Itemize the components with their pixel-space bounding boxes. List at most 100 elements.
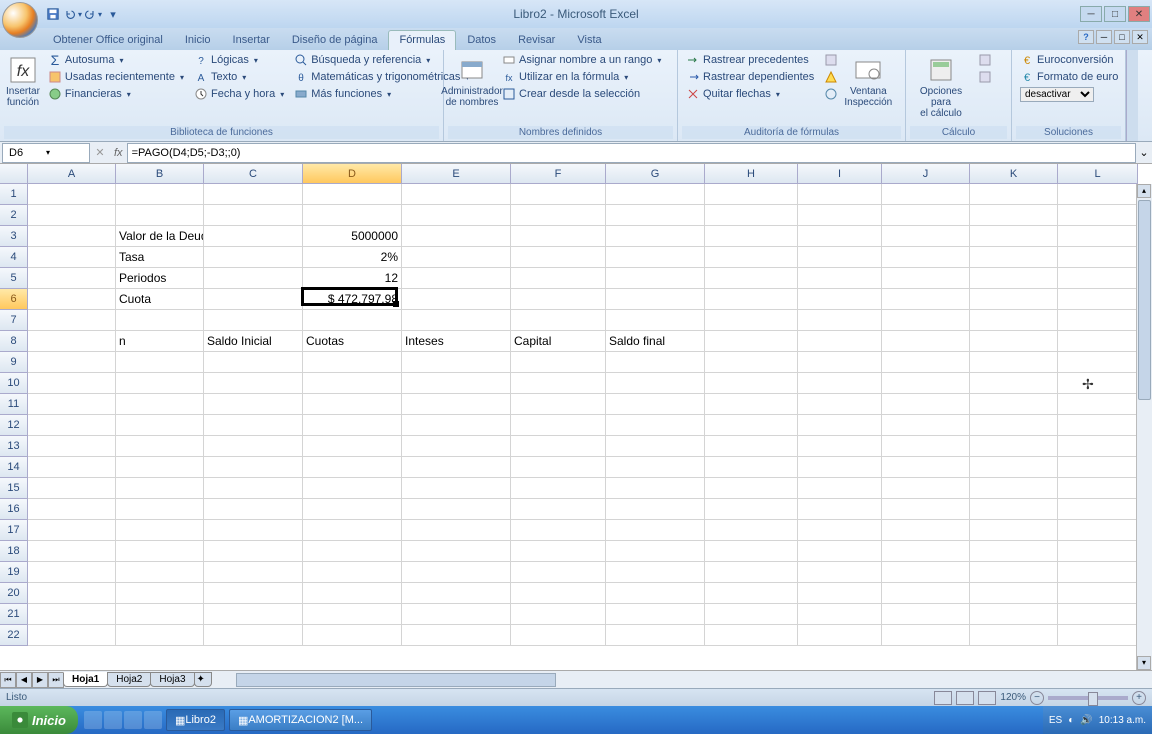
cell-J16[interactable] xyxy=(882,499,970,520)
cell-C21[interactable] xyxy=(204,604,303,625)
col-header-D[interactable]: D xyxy=(303,164,402,184)
col-header-F[interactable]: F xyxy=(511,164,606,184)
cell-C6[interactable] xyxy=(204,289,303,310)
cell-G3[interactable] xyxy=(606,226,705,247)
cell-D6[interactable]: $ 472.797,98 xyxy=(303,289,402,310)
cell-J2[interactable] xyxy=(882,205,970,226)
cell-E12[interactable] xyxy=(402,415,511,436)
cell-J4[interactable] xyxy=(882,247,970,268)
cell-C14[interactable] xyxy=(204,457,303,478)
cell-L6[interactable] xyxy=(1058,289,1138,310)
cell-K9[interactable] xyxy=(970,352,1058,373)
cell-K14[interactable] xyxy=(970,457,1058,478)
cell-H7[interactable] xyxy=(705,310,798,331)
prev-sheet-icon[interactable]: ◀ xyxy=(16,672,32,688)
cell-F16[interactable] xyxy=(511,499,606,520)
cell-I7[interactable] xyxy=(798,310,882,331)
cell-D11[interactable] xyxy=(303,394,402,415)
cell-A9[interactable] xyxy=(28,352,116,373)
cell-L11[interactable] xyxy=(1058,394,1138,415)
cell-C4[interactable] xyxy=(204,247,303,268)
cell-A8[interactable] xyxy=(28,331,116,352)
cell-K6[interactable] xyxy=(970,289,1058,310)
cell-E17[interactable] xyxy=(402,520,511,541)
taskbar-item[interactable]: ▦ AMORTIZACION2 [M... xyxy=(229,709,372,731)
cell-I22[interactable] xyxy=(798,625,882,646)
cell-A14[interactable] xyxy=(28,457,116,478)
cell-L21[interactable] xyxy=(1058,604,1138,625)
minimize-ribbon-button[interactable]: ─ xyxy=(1096,30,1112,44)
cell-F22[interactable] xyxy=(511,625,606,646)
cell-F8[interactable]: Capital xyxy=(511,331,606,352)
row-header-18[interactable]: 18 xyxy=(0,541,28,562)
cell-L2[interactable] xyxy=(1058,205,1138,226)
cell-A16[interactable] xyxy=(28,499,116,520)
cell-B13[interactable] xyxy=(116,436,204,457)
cell-L20[interactable] xyxy=(1058,583,1138,604)
cell-L3[interactable] xyxy=(1058,226,1138,247)
cell-D14[interactable] xyxy=(303,457,402,478)
cell-J20[interactable] xyxy=(882,583,970,604)
tab-inicio[interactable]: Inicio xyxy=(174,30,222,50)
cell-F1[interactable] xyxy=(511,184,606,205)
cell-A20[interactable] xyxy=(28,583,116,604)
expand-formula-bar-icon[interactable]: ⌄ xyxy=(1136,146,1152,159)
cell-J13[interactable] xyxy=(882,436,970,457)
recent-functions-button[interactable]: Usadas recientemente▾ xyxy=(44,69,188,85)
cell-G17[interactable] xyxy=(606,520,705,541)
cell-B5[interactable]: Periodos xyxy=(116,268,204,289)
cell-B1[interactable] xyxy=(116,184,204,205)
cell-K16[interactable] xyxy=(970,499,1058,520)
cell-H18[interactable] xyxy=(705,541,798,562)
cell-H5[interactable] xyxy=(705,268,798,289)
error-checking-icon[interactable] xyxy=(820,69,838,85)
cell-G20[interactable] xyxy=(606,583,705,604)
tray-volume-icon[interactable]: 🔊 xyxy=(1080,715,1092,726)
cell-K17[interactable] xyxy=(970,520,1058,541)
row-header-21[interactable]: 21 xyxy=(0,604,28,625)
cell-E21[interactable] xyxy=(402,604,511,625)
insert-function-button[interactable]: fx Insertar función xyxy=(4,52,42,110)
cell-G9[interactable] xyxy=(606,352,705,373)
cell-G11[interactable] xyxy=(606,394,705,415)
sheet-tab-hoja2[interactable]: Hoja2 xyxy=(107,672,151,687)
datetime-functions-button[interactable]: Fecha y hora▾ xyxy=(190,86,288,102)
cell-D10[interactable] xyxy=(303,373,402,394)
cell-A6[interactable] xyxy=(28,289,116,310)
cell-D7[interactable] xyxy=(303,310,402,331)
maximize-button[interactable]: □ xyxy=(1104,6,1126,22)
row-header-9[interactable]: 9 xyxy=(0,352,28,373)
save-icon[interactable] xyxy=(44,5,62,23)
sheet-tab-hoja3[interactable]: Hoja3 xyxy=(150,672,194,687)
cell-A3[interactable] xyxy=(28,226,116,247)
cell-H11[interactable] xyxy=(705,394,798,415)
cell-D2[interactable] xyxy=(303,205,402,226)
page-break-view-icon[interactable] xyxy=(978,691,996,705)
cell-D8[interactable]: Cuotas xyxy=(303,331,402,352)
cell-D9[interactable] xyxy=(303,352,402,373)
cell-D5[interactable]: 12 xyxy=(303,268,402,289)
cell-L7[interactable] xyxy=(1058,310,1138,331)
row-header-11[interactable]: 11 xyxy=(0,394,28,415)
cell-B15[interactable] xyxy=(116,478,204,499)
cell-E11[interactable] xyxy=(402,394,511,415)
cell-L13[interactable] xyxy=(1058,436,1138,457)
cell-A18[interactable] xyxy=(28,541,116,562)
cell-C15[interactable] xyxy=(204,478,303,499)
tab-diseño-de-página[interactable]: Diseño de página xyxy=(281,30,389,50)
cell-L12[interactable] xyxy=(1058,415,1138,436)
cell-H12[interactable] xyxy=(705,415,798,436)
cell-I12[interactable] xyxy=(798,415,882,436)
cell-F18[interactable] xyxy=(511,541,606,562)
cell-F19[interactable] xyxy=(511,562,606,583)
text-functions-button[interactable]: ATexto▾ xyxy=(190,69,288,85)
cell-E15[interactable] xyxy=(402,478,511,499)
last-sheet-icon[interactable]: ⏭ xyxy=(48,672,64,688)
cell-L1[interactable] xyxy=(1058,184,1138,205)
cell-B22[interactable] xyxy=(116,625,204,646)
row-header-22[interactable]: 22 xyxy=(0,625,28,646)
tab-vista[interactable]: Vista xyxy=(566,30,612,50)
cell-L8[interactable] xyxy=(1058,331,1138,352)
cell-B10[interactable] xyxy=(116,373,204,394)
cell-K2[interactable] xyxy=(970,205,1058,226)
